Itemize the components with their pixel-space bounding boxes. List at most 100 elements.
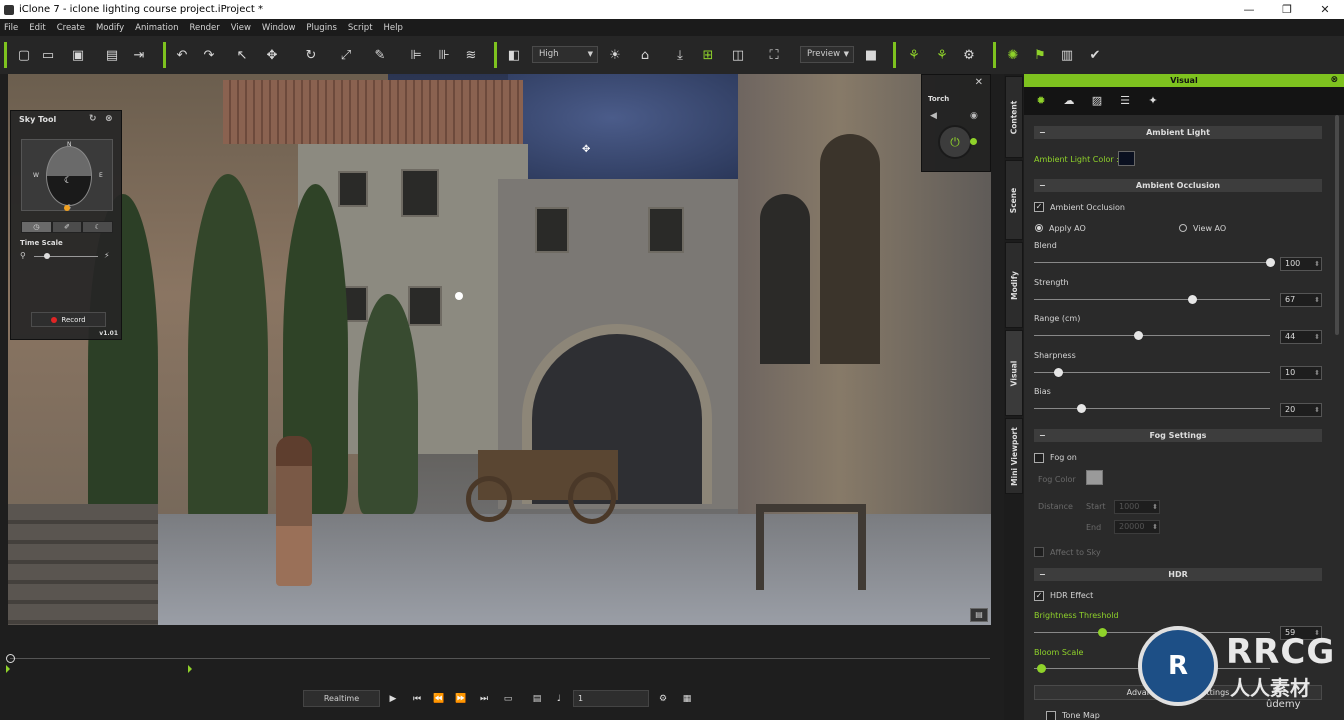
tab-modify[interactable]: Modify xyxy=(1005,242,1023,328)
light-icon[interactable]: ⚘ xyxy=(931,44,953,66)
ambient-light-header[interactable]: − Ambient Light xyxy=(1034,126,1322,139)
next-key-icon[interactable]: ⏩ xyxy=(453,691,469,707)
torch-power-dial[interactable]: ⏻ xyxy=(938,125,972,159)
scale-icon[interactable]: ⤢ xyxy=(335,44,357,66)
night-mode-icon[interactable]: ☾ xyxy=(82,221,114,233)
render-icon[interactable]: ▤ xyxy=(101,44,123,66)
sun-compass[interactable]: N S W E ☾ xyxy=(21,139,113,211)
select-icon[interactable]: ↖ xyxy=(231,44,253,66)
view-icon[interactable]: ◧ xyxy=(503,44,525,66)
export-icon[interactable]: ⇥ xyxy=(128,44,150,66)
hdr-effect-checkbox[interactable]: ✓ xyxy=(1034,591,1044,601)
sound-icon[interactable]: ♩ xyxy=(551,691,567,707)
strength-spinbox[interactable]: 67 xyxy=(1280,293,1322,307)
ambient-occlusion-header[interactable]: − Ambient Occlusion xyxy=(1034,179,1322,192)
prev-key-icon[interactable]: ⏪ xyxy=(431,691,447,707)
refresh-icon[interactable]: ↻ xyxy=(89,114,97,124)
stack-icon[interactable]: ☰ xyxy=(1116,92,1134,110)
new-icon[interactable]: ▢ xyxy=(13,44,35,66)
video-icon[interactable]: ■ xyxy=(860,44,882,66)
light-icon[interactable]: ⚙ xyxy=(958,44,980,66)
effect-icon[interactable]: ✺ xyxy=(1002,44,1024,66)
range-spinbox[interactable]: 44 xyxy=(1280,330,1322,344)
hide-icon[interactable]: ≋ xyxy=(460,44,482,66)
chat-icon[interactable]: ▤ xyxy=(970,608,988,622)
timeline-playhead[interactable] xyxy=(6,654,15,663)
ambient-occlusion-checkbox[interactable]: ✓ xyxy=(1034,202,1044,212)
tab-mini-viewport[interactable]: Mini Viewport xyxy=(1005,418,1023,494)
image-icon[interactable]: ▨ xyxy=(1088,92,1106,110)
fog-on-checkbox[interactable] xyxy=(1034,453,1044,463)
menu-edit[interactable]: Edit xyxy=(25,23,52,33)
menu-view[interactable]: View xyxy=(227,23,258,33)
clipboard-icon[interactable]: ▥ xyxy=(1056,44,1078,66)
clock-mode-icon[interactable]: ◷ xyxy=(21,221,52,233)
character[interactable] xyxy=(276,436,312,586)
undo-icon[interactable]: ↶ xyxy=(171,44,193,66)
apply-ao-radio[interactable] xyxy=(1035,224,1043,232)
back-icon[interactable]: ◀ xyxy=(930,111,937,121)
menu-modify[interactable]: Modify xyxy=(92,23,131,33)
fog-end-spinbox[interactable]: 20000 xyxy=(1114,520,1160,534)
list-icon[interactable]: ▦ xyxy=(679,691,695,707)
quality-select[interactable]: High ▼ xyxy=(532,46,598,63)
camera-icon[interactable]: ◫ xyxy=(727,44,749,66)
range-slider[interactable] xyxy=(1034,331,1270,341)
time-scale-knob[interactable] xyxy=(43,253,50,259)
menu-script[interactable]: Script xyxy=(344,23,380,33)
wrench-icon[interactable]: ✔ xyxy=(1084,44,1106,66)
frame-icon[interactable]: ⛶ xyxy=(763,44,785,66)
subtitle-icon[interactable]: ▤ xyxy=(529,691,545,707)
close-button[interactable]: ✕ xyxy=(1306,0,1344,19)
settings-icon[interactable]: ⚙ xyxy=(655,691,671,707)
sharpness-spinbox[interactable]: 10 xyxy=(1280,366,1322,380)
tab-scene[interactable]: Scene xyxy=(1005,160,1023,240)
effect-icon[interactable]: ✦ xyxy=(1144,92,1162,110)
close-icon[interactable]: ⊗ xyxy=(1330,74,1338,87)
align-left-icon[interactable]: ⊫ xyxy=(405,44,427,66)
loop-icon[interactable]: ▭ xyxy=(500,691,516,707)
open-icon[interactable]: ▭ xyxy=(37,44,59,66)
tab-visual[interactable]: Visual xyxy=(1005,330,1023,416)
brush-mode-icon[interactable]: ✐ xyxy=(51,221,83,233)
home-icon[interactable]: ⌂ xyxy=(634,44,656,66)
redo-icon[interactable]: ↷ xyxy=(198,44,220,66)
maximize-button[interactable]: ❐ xyxy=(1268,0,1306,19)
menu-animation[interactable]: Animation xyxy=(131,23,185,33)
play-icon[interactable]: ▶ xyxy=(385,691,401,707)
sharpness-slider[interactable] xyxy=(1034,368,1270,378)
tab-content[interactable]: Content xyxy=(1005,76,1023,158)
menu-file[interactable]: File xyxy=(0,23,25,33)
bias-slider[interactable] xyxy=(1034,404,1270,414)
sky-icon[interactable]: ☁ xyxy=(1060,92,1078,110)
eraser-icon[interactable]: ✎ xyxy=(369,44,391,66)
affect-to-sky-checkbox[interactable] xyxy=(1034,547,1044,557)
tone-map-checkbox[interactable] xyxy=(1046,711,1056,720)
rotate-icon[interactable]: ↻ xyxy=(300,44,322,66)
menu-window[interactable]: Window xyxy=(258,23,303,33)
flag-icon[interactable]: ⚑ xyxy=(1029,44,1051,66)
frame-input[interactable]: 1 xyxy=(573,690,649,707)
blend-slider[interactable] xyxy=(1034,258,1275,268)
realtime-dropdown[interactable]: Realtime xyxy=(303,690,380,707)
record-button[interactable]: Record xyxy=(31,312,106,327)
light-icon[interactable]: ⚘ xyxy=(903,44,925,66)
timeline-track[interactable] xyxy=(10,658,990,659)
first-frame-icon[interactable]: ⏮ xyxy=(409,691,425,707)
sun-handle[interactable] xyxy=(64,205,70,211)
strength-slider[interactable] xyxy=(1034,295,1270,305)
menu-help[interactable]: Help xyxy=(380,23,410,33)
save-icon[interactable]: ▣ xyxy=(67,44,89,66)
close-icon[interactable]: ✕ xyxy=(975,77,983,88)
hdr-header[interactable]: − HDR xyxy=(1034,568,1322,581)
last-frame-icon[interactable]: ⏭ xyxy=(476,691,492,707)
close-icon[interactable]: ⊗ xyxy=(105,114,113,124)
menu-plugins[interactable]: Plugins xyxy=(302,23,343,33)
3d-viewport[interactable]: ✥ ▤ Sky Tool ↻ ⊗ N S W E ☾ ◷ ✐ ☾ xyxy=(8,74,991,625)
timeline-start-marker[interactable] xyxy=(6,665,10,673)
snap-icon[interactable]: ⊞ xyxy=(697,44,719,66)
time-scale-slider[interactable]: ⚲ ⚡ xyxy=(20,251,115,261)
ambient-light-color-swatch[interactable] xyxy=(1118,151,1135,166)
panel-scrollbar[interactable] xyxy=(1335,115,1339,335)
align-center-icon[interactable]: ⊪ xyxy=(433,44,455,66)
